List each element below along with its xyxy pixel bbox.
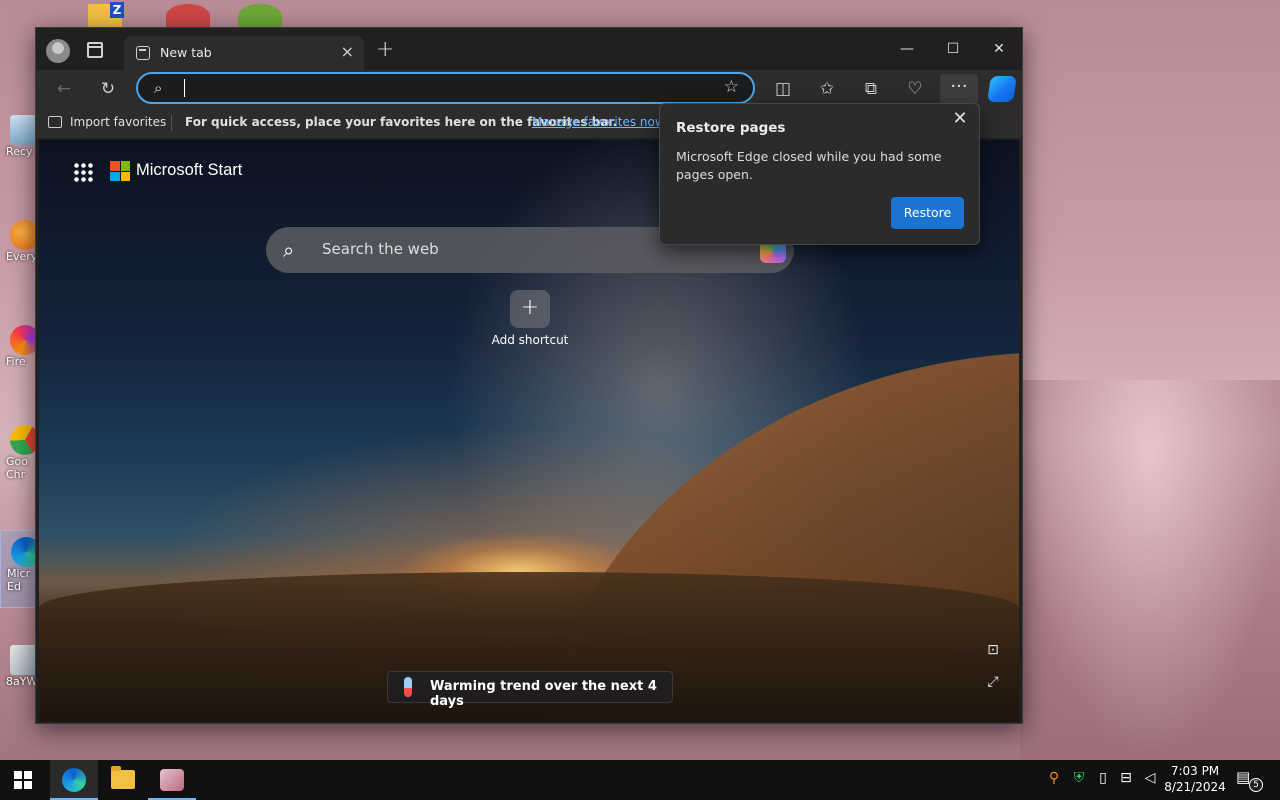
close-window-button[interactable]: ✕ [976, 34, 1022, 64]
system-clock[interactable]: 7:03 PM 8/21/2024 [1160, 763, 1230, 795]
desktop-icon-label: 8aYW [6, 675, 38, 688]
security-shield-icon[interactable]: ⛨ [1069, 770, 1089, 786]
desktop-icon-chrome[interactable]: Goo Chr [0, 425, 40, 481]
new-tab-button[interactable]: + [376, 38, 394, 62]
popup-title: Restore pages [676, 120, 786, 136]
z-badge-icon: Z [110, 2, 124, 18]
profile-avatar-icon[interactable] [46, 39, 70, 63]
windows-start-icon[interactable] [14, 771, 32, 789]
weather-text: Warming trend over the next 4 days [430, 679, 657, 709]
desktop-icon-edge[interactable]: Micr Ed [0, 530, 41, 608]
restore-button[interactable]: Restore [891, 197, 964, 229]
taskbar-game-button[interactable] [148, 760, 196, 800]
battery-icon[interactable]: ▯ [1093, 770, 1113, 786]
desktop-icon-everything[interactable]: Every [0, 220, 40, 263]
manage-favorites-link[interactable]: Manage favorites now [532, 115, 665, 129]
import-favorites-button[interactable]: Import favorites [70, 115, 166, 129]
background-image-info-icon[interactable]: ⊡ [983, 642, 1003, 662]
copilot-icon[interactable] [987, 76, 1017, 102]
tab-title: New tab [160, 45, 212, 60]
restore-pages-dialog: Restore pages ✕ Microsoft Edge closed wh… [659, 103, 980, 245]
taskbar-file-explorer-button[interactable] [99, 760, 147, 800]
import-favorites-icon [48, 116, 62, 128]
desktop-icon-label: Micr Ed [7, 567, 31, 593]
title-bar: New tab × + — ☐ ✕ [36, 28, 1022, 70]
browser-essentials-heart-icon[interactable]: ♡ [901, 77, 929, 101]
game-app-icon [160, 769, 184, 791]
desktop-icon-file[interactable]: 8aYW [0, 645, 40, 688]
desktop-background-haze [1020, 380, 1280, 760]
desktop-icon-label: Every [6, 250, 38, 263]
maximize-button[interactable]: ☐ [930, 34, 976, 64]
desktop-icon-label: Goo Chr [6, 455, 28, 481]
desktop-icon-label: Fire [6, 355, 26, 368]
refresh-icon[interactable]: ↻ [94, 77, 122, 101]
favorite-star-icon[interactable]: ☆ [724, 77, 739, 97]
clock-date: 8/21/2024 [1164, 780, 1226, 794]
folder-icon [111, 766, 135, 789]
desktop-icon-firefox[interactable]: Fire [0, 325, 40, 368]
microsoft-logo-icon [110, 161, 130, 181]
favorites-divider [171, 115, 172, 131]
search-icon: ⌕ [154, 79, 163, 97]
clock-time: 7:03 PM [1170, 764, 1220, 778]
popup-message: Microsoft Edge closed while you had some… [676, 149, 942, 182]
tab-new-tab[interactable]: New tab × [124, 36, 364, 70]
notification-center-button[interactable]: ▤ 5 [1236, 768, 1263, 792]
tab-actions-icon[interactable] [87, 42, 103, 58]
new-tab-page-icon [136, 46, 150, 60]
settings-and-more-button[interactable]: ··· [940, 74, 978, 104]
thermometer-icon [404, 677, 412, 697]
search-placeholder: Search the web [322, 240, 439, 258]
search-icon: ⌕ [283, 238, 295, 262]
microsoft-start-brand[interactable]: Microsoft Start [136, 161, 242, 180]
app-launcher-grid-icon[interactable] [73, 162, 93, 182]
address-bar[interactable]: ⌕ ☆ [136, 72, 755, 104]
tab-close-icon[interactable]: × [341, 42, 354, 62]
desktop-icon-recycle-bin[interactable]: Recy [0, 115, 40, 158]
taskbar-edge-button[interactable] [50, 760, 98, 800]
desktop-icon-label: Recy [6, 145, 33, 158]
desktop-folder-icon[interactable]: Z [88, 2, 124, 28]
minimize-button[interactable]: — [884, 34, 930, 64]
edge-icon [62, 768, 86, 792]
search-tray-icon[interactable]: ⚲ [1044, 770, 1064, 786]
desktop-green-app-icon[interactable] [238, 4, 282, 28]
network-icon[interactable]: ⊟ [1116, 770, 1136, 786]
weather-banner[interactable]: Warming trend over the next 4 days [387, 671, 673, 709]
desktop-red-app-icon[interactable] [166, 4, 210, 28]
close-icon[interactable]: ✕ [949, 108, 971, 130]
windows-taskbar: ⚲ ⛨ ▯ ⊟ ◁ 7:03 PM 8/21/2024 ▤ 5 [0, 760, 1280, 800]
split-screen-icon[interactable]: ◫ [769, 77, 797, 101]
text-caret [184, 79, 185, 97]
add-shortcut-button[interactable]: + [510, 290, 550, 328]
back-arrow-icon[interactable]: ← [50, 77, 78, 101]
expand-icon[interactable]: ⤢ [983, 674, 1003, 694]
volume-muted-icon[interactable]: ◁ [1140, 770, 1160, 786]
favorites-icon[interactable]: ✩ [813, 77, 841, 101]
add-shortcut-label: Add shortcut [491, 333, 569, 347]
collections-icon[interactable]: ⧉ [857, 77, 885, 101]
notification-count-badge: 5 [1249, 778, 1263, 792]
